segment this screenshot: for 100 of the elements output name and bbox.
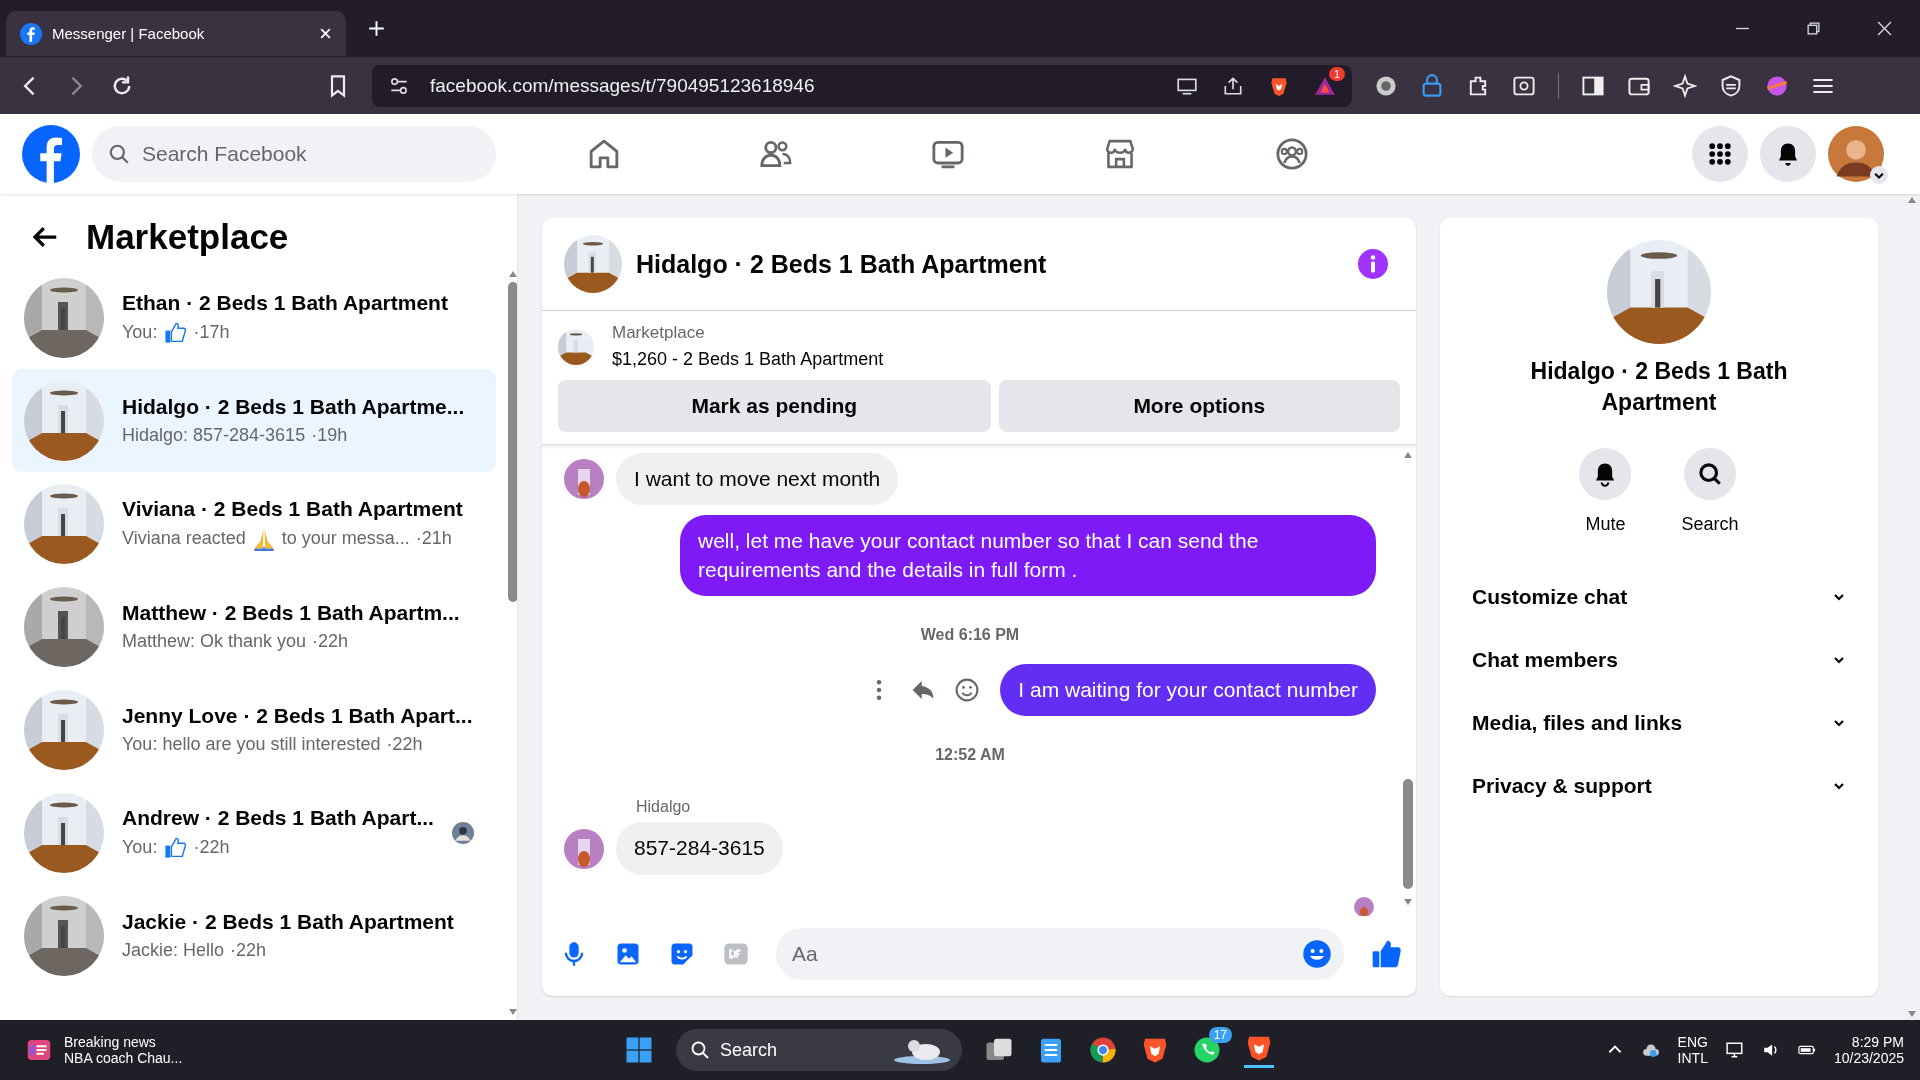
avatar-icon[interactable] bbox=[1828, 126, 1884, 182]
thumbs-up-icon[interactable] bbox=[1370, 938, 1402, 970]
scroll-down-icon[interactable] bbox=[507, 1008, 517, 1016]
url-text: facebook.com/messages/t/790495123618946 bbox=[430, 74, 815, 97]
lock-bag-icon[interactable] bbox=[1420, 73, 1444, 98]
message-preview: You: bbox=[122, 322, 158, 343]
menu-button[interactable] bbox=[1692, 126, 1748, 182]
groups-icon[interactable] bbox=[1274, 136, 1310, 172]
scroll-down-icon[interactable] bbox=[1907, 1010, 1917, 1018]
close-icon[interactable] bbox=[1877, 21, 1892, 36]
conversation-title: Jenny Love · 2 Beds 1 Bath Apart... bbox=[122, 704, 474, 728]
smiley-icon[interactable] bbox=[954, 677, 981, 704]
chrome-icon[interactable] bbox=[1088, 1035, 1118, 1065]
sparkle-icon[interactable] bbox=[1673, 73, 1697, 98]
notification-badge: 1 bbox=[1328, 66, 1345, 81]
thumbs-up-icon bbox=[163, 835, 188, 860]
scroll-up-icon[interactable] bbox=[1403, 451, 1413, 459]
chat-title: Hidalgo · 2 Beds 1 Bath Apartment bbox=[636, 249, 1047, 279]
browser-tab[interactable]: Messenger | Facebook bbox=[6, 11, 346, 56]
listing-button[interactable]: Mark as pending bbox=[558, 380, 991, 432]
caret-icon[interactable] bbox=[1870, 166, 1888, 184]
news-title: Breaking news bbox=[64, 1034, 157, 1050]
smiley-icon[interactable] bbox=[1302, 939, 1332, 969]
message-time: ·22h bbox=[193, 837, 230, 858]
sender-name: Hidalgo bbox=[636, 798, 692, 817]
grid-icon bbox=[1707, 141, 1733, 167]
message-time: ·22h bbox=[386, 734, 423, 755]
clock-date[interactable]: 10/23/2025 bbox=[1833, 1050, 1904, 1066]
search-field[interactable]: Search Facebook bbox=[92, 126, 496, 182]
conversation-title: Hidalgo · 2 Beds 1 Bath Apartme... bbox=[122, 395, 466, 419]
message-bubble: I want to move next month bbox=[616, 453, 899, 506]
record-icon[interactable] bbox=[1374, 73, 1398, 98]
search-button[interactable] bbox=[1684, 448, 1736, 501]
message-time: ·22h bbox=[312, 631, 349, 652]
conversation-title: Matthew · 2 Beds 1 Bath Apartm... bbox=[122, 601, 461, 625]
network-icon[interactable] bbox=[1725, 1041, 1744, 1059]
windows-icon[interactable] bbox=[624, 1035, 654, 1065]
message-bubble: 857-284-3615 bbox=[616, 822, 783, 875]
message-field[interactable]: Aa bbox=[776, 928, 1344, 980]
tab-title: Messenger | Facebook bbox=[52, 25, 206, 42]
clock-time[interactable]: 8:29 PM bbox=[1851, 1034, 1904, 1050]
timestamp: 12:52 AM bbox=[935, 746, 1005, 765]
search-icon bbox=[690, 1040, 710, 1060]
section-header[interactable]: Privacy & support bbox=[1462, 754, 1856, 818]
conversation-item[interactable]: Hidalgo · 2 Beds 1 Bath Apartme... Hidalgo: 857-284-3615 ·19h bbox=[12, 369, 496, 472]
scroll-down-icon[interactable] bbox=[1403, 898, 1413, 906]
scroll-up-icon[interactable] bbox=[507, 270, 517, 278]
scrollbar-thumb[interactable] bbox=[507, 282, 517, 602]
message-preview: Jackie: Hello bbox=[122, 940, 225, 961]
timestamp: Wed 6:16 PM bbox=[920, 626, 1020, 645]
action-label: Search bbox=[1681, 514, 1739, 536]
facebook-icon bbox=[20, 22, 42, 45]
scrollbar-thumb[interactable] bbox=[1403, 779, 1413, 889]
listing-button[interactable]: More options bbox=[998, 380, 1400, 432]
listing-source: Marketplace bbox=[612, 323, 706, 343]
section-header[interactable]: Chat members bbox=[1462, 628, 1856, 692]
conversation-item[interactable]: Jackie · 2 Beds 1 Bath Apartment Jackie: Hello ·22h bbox=[12, 884, 496, 987]
keyboard-layout[interactable]: INTL bbox=[1677, 1050, 1708, 1066]
section-header[interactable]: Media, files and links bbox=[1462, 691, 1856, 755]
conversation-title: Ethan · 2 Beds 1 Bath Apartment bbox=[122, 290, 449, 315]
facebook-logo[interactable] bbox=[22, 125, 80, 183]
message-preview: You: bbox=[122, 837, 158, 858]
conversation-title: Jackie · 2 Beds 1 Bath Apartment bbox=[122, 910, 455, 934]
message-time: ·22h bbox=[230, 940, 267, 961]
language-indicator[interactable]: ENG bbox=[1677, 1034, 1708, 1050]
search-icon bbox=[108, 143, 130, 165]
listing-summary: $1,260 - 2 Beds 1 Bath Apartment bbox=[612, 349, 884, 370]
notifications-button[interactable] bbox=[1760, 126, 1816, 182]
conversation-title: Viviana · 2 Beds 1 Bath Apartment bbox=[122, 496, 464, 521]
notification-badge: 17 bbox=[1208, 1027, 1232, 1043]
message-preview: Hidalgo: 857-284-3615 bbox=[122, 425, 306, 446]
cloud-icon[interactable] bbox=[1641, 1041, 1660, 1059]
message-time: ·19h bbox=[311, 425, 348, 446]
search-icon bbox=[1697, 461, 1723, 488]
sidebar-title: Marketplace bbox=[86, 217, 289, 257]
conversation-item[interactable]: Viviana · 2 Beds 1 Bath Apartment Viviana reacted to your messa... ·21h bbox=[12, 472, 496, 575]
taskbar-search[interactable]: Search bbox=[676, 1029, 962, 1071]
conversation-name: Hidalgo · 2 Beds 1 Bath Apartment bbox=[1529, 357, 1789, 418]
message-time: ·21h bbox=[415, 528, 452, 549]
message-preview: to your messa... bbox=[281, 528, 410, 549]
scroll-up-icon[interactable] bbox=[1907, 196, 1917, 204]
message-bubble: I am waiting for your contact number bbox=[1000, 664, 1376, 717]
address-bar[interactable]: facebook.com/messages/t/790495123618946 1 bbox=[372, 64, 1352, 107]
conversation-item[interactable]: Andrew · 2 Beds 1 Bath Apart... You: ·22h bbox=[12, 781, 496, 884]
thumbs-up-icon bbox=[163, 320, 188, 345]
vpn-shield-icon[interactable] bbox=[1719, 73, 1743, 98]
message-bubble: well, let me have your contact number so that I can send the requirements and the details in full form . bbox=[680, 515, 1376, 597]
conversation-item[interactable]: Matthew · 2 Beds 1 Bath Apartm... Matthew: Ok thank you ·22h bbox=[12, 575, 496, 678]
message-preview: Matthew: Ok thank you bbox=[122, 631, 307, 652]
restore-icon[interactable] bbox=[1806, 21, 1821, 36]
conversation-title: Andrew · 2 Beds 1 Bath Apart... bbox=[122, 805, 434, 830]
planet-icon[interactable] bbox=[1765, 73, 1789, 98]
conversation-item[interactable]: Jenny Love · 2 Beds 1 Bath Apart... You: hello are you still interested ·22h bbox=[12, 678, 496, 781]
conversation-item[interactable]: Ethan · 2 Beds 1 Bath Apartment You: ·17h bbox=[12, 266, 496, 369]
info-icon[interactable] bbox=[1358, 249, 1388, 279]
section-header[interactable]: Customize chat bbox=[1462, 565, 1856, 629]
avatar-icon bbox=[564, 459, 604, 500]
new-tab-icon[interactable] bbox=[368, 20, 385, 37]
message-time: ·17h bbox=[193, 322, 230, 343]
news-headline: NBA coach Chau... bbox=[64, 1050, 183, 1066]
